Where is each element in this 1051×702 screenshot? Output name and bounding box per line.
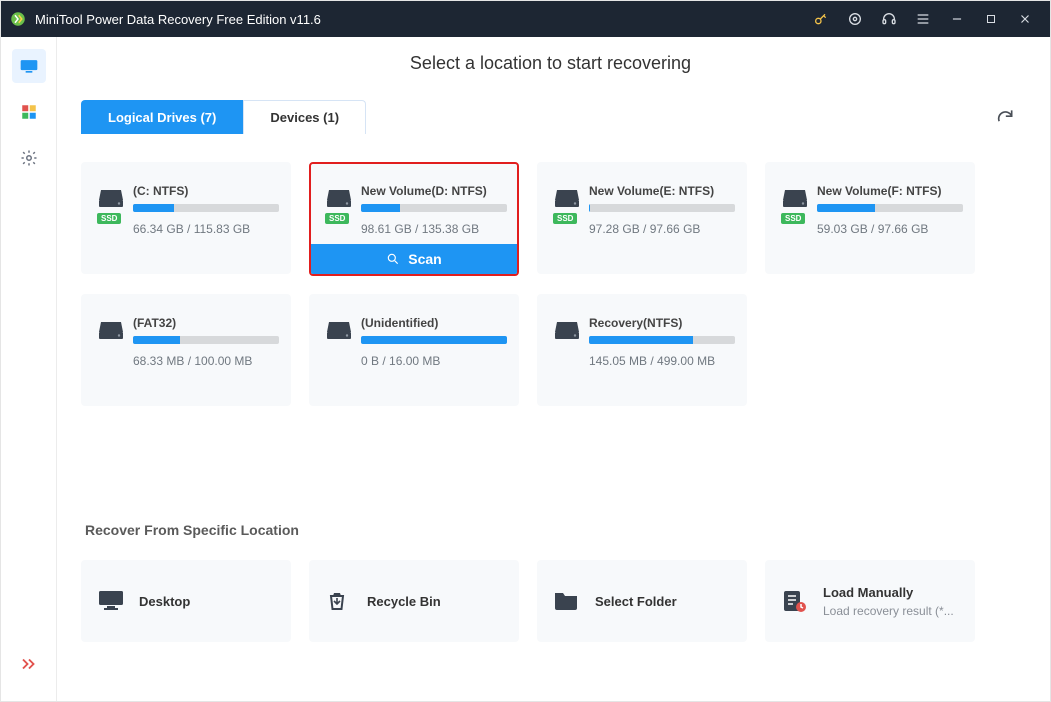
drive-name: Recovery(NTFS): [589, 316, 735, 330]
drive-size: 59.03 GB / 97.66 GB: [817, 222, 963, 236]
tab-devices[interactable]: Devices (1): [243, 100, 366, 134]
ssd-badge: SSD: [97, 213, 121, 224]
app-title: MiniTool Power Data Recovery Free Editio…: [35, 12, 321, 27]
drive-icon: [553, 186, 581, 210]
tab-logical-drives[interactable]: Logical Drives (7): [81, 100, 243, 134]
folder-icon: [553, 589, 581, 613]
drive-icon: [325, 186, 353, 210]
location-label: Load Manually: [823, 585, 954, 600]
ssd-badge: SSD: [781, 213, 805, 224]
location-label: Desktop: [139, 594, 190, 609]
drive-name: (Unidentified): [361, 316, 507, 330]
close-button[interactable]: [1008, 1, 1042, 37]
maximize-button[interactable]: [974, 1, 1008, 37]
section-title: Recover From Specific Location: [85, 522, 1020, 538]
location-card[interactable]: Load Manually Load recovery result (*...: [765, 560, 975, 642]
sidebar-expand-icon[interactable]: [12, 647, 46, 681]
drive-size: 0 B / 16.00 MB: [361, 354, 507, 368]
location-card[interactable]: Desktop: [81, 560, 291, 642]
drive-icon: [553, 318, 581, 342]
drive-size: 68.33 MB / 100.00 MB: [133, 354, 279, 368]
drive-card[interactable]: (FAT32) 68.33 MB / 100.00 MB: [81, 294, 291, 406]
desktop-icon: [97, 589, 125, 613]
menu-icon[interactable]: [906, 1, 940, 37]
location-card[interactable]: Recycle Bin: [309, 560, 519, 642]
location-label: Recycle Bin: [367, 594, 441, 609]
app-logo-icon: [9, 10, 27, 28]
refresh-button[interactable]: [990, 102, 1020, 132]
titlebar: MiniTool Power Data Recovery Free Editio…: [1, 1, 1050, 37]
drive-icon: [781, 186, 809, 210]
drive-card[interactable]: New Volume(F: NTFS) 59.03 GB / 97.66 GB SS…: [765, 162, 975, 274]
drive-card[interactable]: (C: NTFS) 66.34 GB / 115.83 GB SSD: [81, 162, 291, 274]
location-sub: Load recovery result (*...: [823, 604, 954, 618]
location-label: Select Folder: [595, 594, 677, 609]
drive-size: 98.61 GB / 135.38 GB: [361, 222, 507, 236]
drive-card[interactable]: (Unidentified) 0 B / 16.00 MB: [309, 294, 519, 406]
drive-usage-bar: [589, 204, 735, 212]
drive-card[interactable]: Recovery(NTFS) 145.05 MB / 499.00 MB: [537, 294, 747, 406]
page-title: Select a location to start recovering: [67, 53, 1034, 74]
drive-usage-bar: [361, 204, 507, 212]
drive-usage-bar: [817, 204, 963, 212]
minimize-button[interactable]: [940, 1, 974, 37]
recycle-icon: [325, 589, 353, 613]
drive-name: New Volume(F: NTFS): [817, 184, 963, 198]
drive-name: (FAT32): [133, 316, 279, 330]
drive-name: New Volume(E: NTFS): [589, 184, 735, 198]
drive-icon: [97, 318, 125, 342]
sidebar-settings-icon[interactable]: [12, 141, 46, 175]
drive-icon: [325, 318, 353, 342]
drive-usage-bar: [361, 336, 507, 344]
drive-name: New Volume(D: NTFS): [361, 184, 507, 198]
load-icon: [781, 589, 809, 613]
drive-icon: [97, 186, 125, 210]
sidebar-apps-icon[interactable]: [12, 95, 46, 129]
drive-size: 145.05 MB / 499.00 MB: [589, 354, 735, 368]
ssd-badge: SSD: [325, 213, 349, 224]
upgrade-key-icon[interactable]: [804, 1, 838, 37]
drive-size: 66.34 GB / 115.83 GB: [133, 222, 279, 236]
drive-size: 97.28 GB / 97.66 GB: [589, 222, 735, 236]
drive-card[interactable]: New Volume(D: NTFS) 98.61 GB / 135.38 GB S…: [309, 162, 519, 276]
content: Select a location to start recovering Lo…: [57, 37, 1050, 701]
locations-panel: Recover From Specific Location Desktop Re…: [67, 492, 1034, 668]
ssd-badge: SSD: [553, 213, 577, 224]
drive-card[interactable]: New Volume(E: NTFS) 97.28 GB / 97.66 GB SS…: [537, 162, 747, 274]
drive-usage-bar: [589, 336, 735, 344]
disc-icon[interactable]: [838, 1, 872, 37]
drive-name: (C: NTFS): [133, 184, 279, 198]
support-icon[interactable]: [872, 1, 906, 37]
drives-panel: Logical Drives (7)Devices (1) (C: NTFS) 6…: [67, 88, 1034, 482]
body: Select a location to start recovering Lo…: [1, 37, 1050, 701]
app-window: MiniTool Power Data Recovery Free Editio…: [0, 0, 1051, 702]
drive-usage-bar: [133, 336, 279, 344]
scan-button[interactable]: Scan: [311, 244, 517, 274]
drive-usage-bar: [133, 204, 279, 212]
sidebar: [1, 37, 57, 701]
sidebar-home-icon[interactable]: [12, 49, 46, 83]
location-card[interactable]: Select Folder: [537, 560, 747, 642]
